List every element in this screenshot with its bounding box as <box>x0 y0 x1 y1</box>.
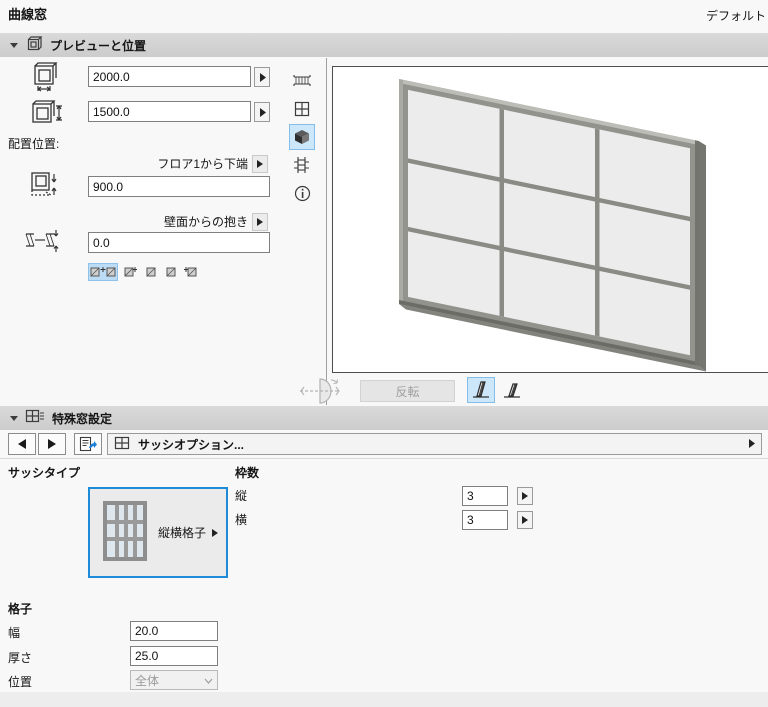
sash-type-arrow-icon <box>212 526 218 540</box>
reveal-input[interactable] <box>88 232 270 253</box>
lattice-thickness-input[interactable] <box>130 646 218 666</box>
sash-type-button[interactable]: 縦横格子 <box>88 487 228 578</box>
reveal-flyout-button[interactable] <box>252 213 268 231</box>
frame-count-label: 枠数 <box>235 466 260 480</box>
elevation-view-button[interactable] <box>289 96 315 122</box>
next-page-button[interactable] <box>38 433 66 455</box>
anchor-option-right-button[interactable] <box>162 263 179 281</box>
menu-arrow-icon <box>748 437 755 451</box>
window-height-icon <box>29 98 65 131</box>
chevron-down-icon <box>204 673 213 687</box>
placement-label: 配置位置: <box>8 137 60 151</box>
collapse-triangle-icon <box>10 42 18 48</box>
sash-options-label: サッシオプション... <box>138 437 245 452</box>
section-title: 特殊窓設定 <box>52 411 113 426</box>
window-settings-dialog: 曲線窓 デフォルト プレビューと位置 配置位置: <box>0 0 768 707</box>
reveal-label: 壁面からの抱き <box>163 215 248 229</box>
special-section-icon <box>25 408 45 429</box>
anchor-option-custom-button[interactable] <box>182 263 199 281</box>
wall-reveal-icon <box>22 226 62 259</box>
page-title: 曲線窓 <box>8 7 48 22</box>
lattice-position-dropdown[interactable]: 全体 <box>130 670 218 690</box>
vertical-count-label: 縦 <box>235 489 248 503</box>
section-header-special[interactable]: 特殊窓設定 <box>0 406 768 430</box>
horizontal-count-input[interactable] <box>462 510 508 530</box>
opening-direction-right-button[interactable] <box>498 377 526 403</box>
plan-view-button[interactable] <box>289 68 315 94</box>
window-3d-preview <box>399 79 706 372</box>
height-input[interactable] <box>88 101 251 122</box>
sill-height-input[interactable] <box>88 176 270 197</box>
section-view-button[interactable] <box>289 152 315 178</box>
lattice-width-input[interactable] <box>130 621 218 641</box>
vertical-count-flyout-button[interactable] <box>517 487 533 505</box>
panel-divider <box>326 58 327 405</box>
dialog-footer-strip <box>0 692 768 707</box>
lattice-thickness-label: 厚さ <box>8 651 33 665</box>
3d-view-button[interactable] <box>289 124 315 150</box>
divider <box>0 458 768 459</box>
transfer-settings-button[interactable] <box>74 433 102 455</box>
lattice-label: 格子 <box>8 602 33 616</box>
anchor-reference-label: フロア1から下端 <box>157 157 248 171</box>
horizontal-count-label: 横 <box>235 513 248 527</box>
sill-height-icon <box>28 170 62 203</box>
window-width-icon <box>29 62 61 97</box>
opening-direction-left-button[interactable] <box>467 377 495 403</box>
sash-thumbnail-icon <box>102 500 148 565</box>
previous-page-button[interactable] <box>8 433 36 455</box>
preset-name: デフォルト <box>705 9 766 23</box>
lattice-position-label: 位置 <box>8 675 33 689</box>
anchor-option-center-button[interactable] <box>142 263 159 281</box>
anchor-reference-flyout-button[interactable] <box>252 155 268 173</box>
grid-icon <box>114 436 130 453</box>
lattice-width-label: 幅 <box>8 626 21 640</box>
width-flyout-button[interactable] <box>254 67 270 87</box>
preview-canvas[interactable] <box>332 66 768 373</box>
height-flyout-button[interactable] <box>254 102 270 122</box>
vertical-count-input[interactable] <box>462 486 508 506</box>
anchor-option-left-button[interactable] <box>122 263 139 281</box>
sash-options-menu[interactable]: サッシオプション... <box>107 433 762 455</box>
mirror-icon <box>296 377 344 408</box>
width-input[interactable] <box>88 66 251 87</box>
horizontal-count-flyout-button[interactable] <box>517 511 533 529</box>
anchor-option-both-button[interactable] <box>88 263 118 281</box>
preview-section-icon <box>25 35 43 56</box>
sash-type-value: 縦横格子 <box>158 526 207 540</box>
collapse-triangle-icon <box>10 415 18 421</box>
section-title: プレビューと位置 <box>50 38 147 53</box>
flip-button[interactable]: 反転 <box>360 380 455 402</box>
sash-type-label: サッシタイプ <box>8 466 81 480</box>
info-button[interactable] <box>289 180 315 206</box>
lattice-position-value: 全体 <box>135 673 160 688</box>
section-header-preview[interactable]: プレビューと位置 <box>0 33 768 57</box>
flip-button-label: 反転 <box>395 384 420 399</box>
